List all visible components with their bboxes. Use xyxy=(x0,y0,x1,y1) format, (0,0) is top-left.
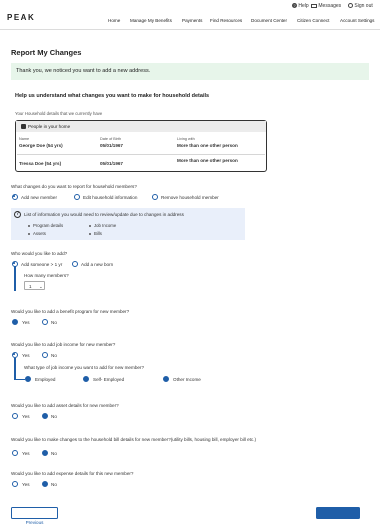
option-label: No xyxy=(51,482,57,487)
peak-logo[interactable]: PEAK xyxy=(7,13,35,22)
nav-document-center[interactable]: Document Center xyxy=(251,18,287,24)
nav-account-settings[interactable]: Account Settings xyxy=(340,18,374,24)
bill-question: Would you like to make changes to the ho… xyxy=(11,437,257,442)
member-living: More than one other person xyxy=(177,158,238,163)
radio-expense-no[interactable] xyxy=(42,481,48,487)
member-name: George Doe (54 yrs) xyxy=(19,143,63,148)
radio-job-yes[interactable] xyxy=(12,352,18,358)
option-label: Yes xyxy=(22,482,30,487)
radio-add-newborn[interactable] xyxy=(72,261,78,267)
option-label: No xyxy=(51,451,57,456)
next-button-label: Next xyxy=(333,518,343,524)
member-living: More than one other person xyxy=(177,143,238,148)
household-caption: Your Household details that we currently… xyxy=(15,111,103,116)
col-living-label: Living with xyxy=(177,137,195,141)
benefit-question: Would you like to add a benefit program … xyxy=(11,309,130,314)
option-label: No xyxy=(51,320,57,325)
col-dob-label: Date of Birth xyxy=(100,137,122,141)
col-name-label: Name xyxy=(19,137,30,141)
nested-connector xyxy=(14,358,16,380)
radio-edit-household[interactable] xyxy=(74,194,80,200)
option-label: Yes xyxy=(22,451,30,456)
next-button[interactable]: Next xyxy=(316,507,360,524)
expense-question: Would you like to add expense details fo… xyxy=(11,471,134,476)
radio-asset-no[interactable] xyxy=(42,413,48,419)
radio-add-someone[interactable] xyxy=(12,261,18,267)
chevron-down-icon: ⌄ xyxy=(39,283,43,289)
radio-benefit-yes[interactable] xyxy=(12,319,18,325)
radio-benefit-no[interactable] xyxy=(42,319,48,325)
mail-icon xyxy=(311,3,317,8)
job-type-question: What type of job income you want to add … xyxy=(24,365,145,370)
help-icon: ? xyxy=(292,3,297,8)
previous-button-label: Previous xyxy=(25,519,44,525)
signout-icon xyxy=(348,3,353,9)
job-question: Would you like to add job income for new… xyxy=(11,342,116,347)
messages-link[interactable]: Messages xyxy=(311,3,341,9)
divider xyxy=(17,154,265,155)
members-count-value: 1 xyxy=(29,283,32,289)
radio-add-member[interactable] xyxy=(12,194,18,200)
page-title: Report My Changes xyxy=(11,48,82,57)
option-label: Remove household member xyxy=(161,195,219,200)
members-count-label: How many members? xyxy=(24,273,69,278)
nav-home[interactable]: Home xyxy=(108,18,120,24)
option-label: Employed xyxy=(35,377,56,382)
member-name: Tressa Doe (54 yrs) xyxy=(19,161,62,166)
option-label: Add new member xyxy=(21,195,58,200)
info-item: Assets xyxy=(33,231,46,236)
option-label: Self- Employed xyxy=(93,377,125,382)
banner-text: Thank you, we noticed you want to add a … xyxy=(16,68,151,74)
option-label: Yes xyxy=(22,320,30,325)
radio-bill-no[interactable] xyxy=(42,450,48,456)
option-label: Yes xyxy=(22,414,30,419)
option-label: No xyxy=(51,353,57,358)
radio-job-no[interactable] xyxy=(42,352,48,358)
radio-employed[interactable] xyxy=(25,376,31,382)
previous-button[interactable]: Previous xyxy=(11,507,58,525)
asset-question: Would you like to add asset details for … xyxy=(11,403,119,408)
question-icon: ? xyxy=(14,211,21,218)
household-header-title: People in your home xyxy=(28,124,71,129)
bullet xyxy=(28,233,30,235)
radio-self-employed[interactable] xyxy=(83,376,89,382)
nested-connector xyxy=(14,266,16,291)
nav-citizen-connect[interactable]: Citizen Connect xyxy=(297,18,329,24)
bullet xyxy=(89,233,91,235)
option-label: No xyxy=(51,414,57,419)
nav-payments[interactable]: Payments xyxy=(182,18,202,24)
radio-remove-member[interactable] xyxy=(152,194,158,200)
nav-find-resources[interactable]: Find Resources xyxy=(210,18,242,24)
info-item: Program details xyxy=(33,223,64,228)
info-item: Bills xyxy=(94,231,102,236)
nav-manage-benefits[interactable]: Manage My Benefits xyxy=(130,18,172,24)
member-dob: 05/01/1967 xyxy=(100,143,123,148)
radio-bill-yes[interactable] xyxy=(12,450,18,456)
radio-asset-yes[interactable] xyxy=(12,413,18,419)
info-title: List of information you would need to re… xyxy=(24,212,184,217)
option-label: Other Income xyxy=(173,377,201,382)
who-question: Who would you like to add? xyxy=(11,251,68,256)
changes-question: What changes do you want to report for h… xyxy=(11,184,137,189)
info-item: Job Income xyxy=(94,223,117,228)
members-count-select[interactable]: 1 ⌄ xyxy=(24,281,45,290)
option-label: Add someone > 1 yr xyxy=(21,262,63,267)
option-label: Add a new born xyxy=(81,262,114,267)
member-dob: 05/01/1967 xyxy=(100,161,123,166)
radio-expense-yes[interactable] xyxy=(12,481,18,487)
nested-connector xyxy=(14,378,26,380)
section-subtitle: Help us understand what changes you want… xyxy=(15,93,210,99)
radio-other-income[interactable] xyxy=(163,376,169,382)
help-link[interactable]: ? Help xyxy=(292,3,309,9)
option-label: Edit household information xyxy=(83,195,138,200)
bullet xyxy=(89,225,91,227)
option-label: Yes xyxy=(22,353,30,358)
signout-link[interactable]: Sign out xyxy=(348,3,373,9)
home-people-icon xyxy=(21,124,26,129)
bullet xyxy=(28,225,30,227)
